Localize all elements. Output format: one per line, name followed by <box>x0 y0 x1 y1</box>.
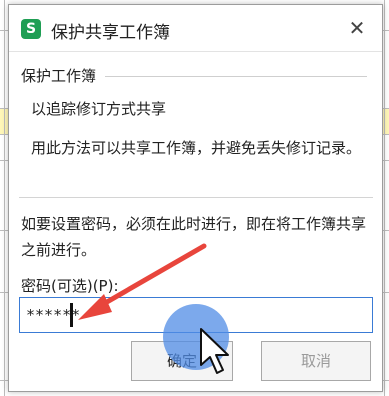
grid-line <box>384 0 385 396</box>
wps-spreadsheet-icon: S <box>21 19 41 39</box>
app-icon-letter: S <box>25 21 37 37</box>
group-description: 用此方法可以共享工作簿，并避免丢失修订记录。 <box>31 139 362 157</box>
dialog-titlebar: S 保护共享工作簿 ✕ <box>9 5 382 52</box>
mouse-pointer-icon <box>200 328 229 374</box>
group-label: 保护工作簿 <box>21 67 97 85</box>
close-icon[interactable]: ✕ <box>344 15 370 41</box>
annotation-arrow-icon <box>78 243 207 320</box>
track-changes-option[interactable]: 以追踪修订方式共享 <box>31 98 166 119</box>
dialog-title: 保护共享工作簿 <box>51 23 170 43</box>
grid-line <box>4 0 5 396</box>
group-divider <box>105 76 367 77</box>
cancel-button[interactable]: 取消 <box>261 341 371 381</box>
section-divider <box>19 197 373 198</box>
